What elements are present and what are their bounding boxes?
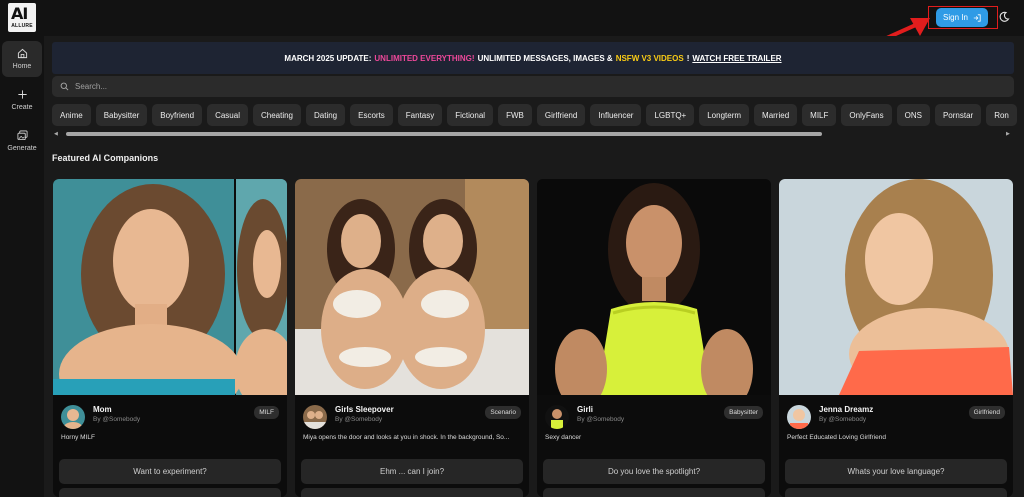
login-icon — [973, 13, 981, 22]
category-tag[interactable]: LGBTQ+ — [646, 104, 695, 126]
companion-author: By @Somebody — [93, 416, 141, 423]
home-icon — [17, 48, 27, 59]
companion-photo-illustration — [295, 179, 529, 395]
announcement-banner: MARCH 2025 UPDATE: UNLIMITED EVERYTHING!… — [52, 42, 1014, 74]
companion-cards: Mom By @Somebody MILF Horny MILF Want to… — [53, 179, 1015, 497]
images-icon — [17, 130, 27, 141]
main-content: MARCH 2025 UPDATE: UNLIMITED EVERYTHING!… — [44, 36, 1024, 497]
companion-author: By @Somebody — [577, 416, 625, 423]
sidebar-item-label: Home — [12, 63, 32, 70]
companion-name: Girls Sleepover — [335, 405, 394, 414]
starter-prompt-button[interactable]: Whats your love language? — [785, 459, 1007, 484]
theme-toggle-moon-icon[interactable] — [998, 11, 1010, 23]
category-tag[interactable]: Ron — [986, 104, 1017, 126]
companion-card[interactable]: Girli By @Somebody Babysitter Sexy dance… — [537, 179, 771, 497]
category-badge: MILF — [254, 406, 279, 419]
avatar — [61, 405, 85, 429]
sidebar-item-generate[interactable]: Generate — [2, 123, 42, 159]
companion-description: Perfect Educated Loving Girlfriend — [787, 434, 886, 441]
banner-text-3: UNLIMITED MESSAGES, IMAGES & — [477, 53, 613, 63]
category-tag[interactable]: Fictional — [447, 104, 494, 126]
banner-text-5: ! — [686, 53, 690, 63]
category-tag[interactable]: Married — [754, 104, 798, 126]
avatar — [303, 405, 327, 429]
starter-prompt-button-2[interactable] — [59, 488, 281, 497]
scrollbar-thumb[interactable] — [66, 132, 822, 136]
sidebar: Home Create Generate — [0, 36, 44, 497]
category-badge: Babysitter — [724, 406, 763, 419]
companion-description: Sexy dancer — [545, 434, 582, 441]
companion-name: Jenna Dreamz — [819, 405, 874, 414]
category-badge: Scenario — [485, 406, 521, 419]
starter-prompt-button[interactable]: Ehm ... can I join? — [301, 459, 523, 484]
companion-name: Girli — [577, 405, 594, 414]
sidebar-item-home[interactable]: Home — [2, 41, 42, 77]
companion-author: By @Somebody — [819, 416, 867, 423]
category-tags: Anime Babysitter Boyfriend Casual Cheating Da… — [52, 104, 1018, 126]
category-tag[interactable]: Longterm — [699, 104, 750, 126]
starter-prompt-button-2[interactable] — [785, 488, 1007, 497]
banner-text-4: NSFW V3 VIDEOS — [615, 53, 684, 63]
category-tag[interactable]: Pornstar — [934, 104, 982, 126]
plus-icon — [17, 90, 27, 99]
banner-text-1: MARCH 2025 UPDATE: — [284, 53, 372, 63]
companion-description: Miya opens the door and looks at you in … — [303, 434, 510, 441]
companion-photo-illustration — [779, 179, 1013, 395]
category-tag[interactable]: MILF — [802, 104, 837, 126]
search-icon — [60, 82, 69, 91]
companion-name: Mom — [93, 405, 112, 414]
logo-subtext: ALLURE — [11, 23, 33, 29]
companion-card[interactable]: Jenna Dreamz By @Somebody Girlfriend Per… — [779, 179, 1013, 497]
category-tag[interactable]: OnlyFans — [841, 104, 892, 126]
companion-image[interactable] — [779, 179, 1013, 395]
category-tag[interactable]: Casual — [207, 104, 248, 126]
section-title: Featured AI Companions — [52, 153, 159, 163]
signin-label: Sign In — [943, 13, 968, 22]
avatar — [545, 405, 569, 429]
scroll-right-arrow-icon[interactable]: ▶ — [1006, 131, 1010, 137]
watch-trailer-link[interactable]: WATCH FREE TRAILER — [692, 54, 781, 63]
category-tag[interactable]: Girlfriend — [536, 104, 586, 126]
avatar — [787, 405, 811, 429]
starter-prompt-button-2[interactable] — [543, 488, 765, 497]
category-tag[interactable]: Boyfriend — [152, 104, 203, 126]
companion-card[interactable]: Girls Sleepover By @Somebody Scenario Mi… — [295, 179, 529, 497]
companion-photo-illustration — [537, 179, 771, 395]
category-tag[interactable]: Dating — [306, 104, 346, 126]
category-tags-list: Anime Babysitter Boyfriend Casual Cheating Da… — [52, 104, 1018, 126]
search-input[interactable] — [75, 82, 975, 91]
category-tag[interactable]: Influencer — [590, 104, 642, 126]
category-tag[interactable]: Cheating — [252, 104, 301, 126]
category-badge: Girlfriend — [968, 406, 1005, 419]
companion-description: Horny MILF — [61, 434, 95, 441]
companion-photo-illustration — [53, 179, 287, 395]
sidebar-item-label: Create — [11, 104, 33, 111]
companion-image[interactable] — [53, 179, 287, 395]
category-tag[interactable]: ONS — [896, 104, 930, 126]
app-root: AI ALLURE Sign In Home Create Generate M… — [0, 0, 1024, 497]
sidebar-item-create[interactable]: Create — [2, 82, 42, 118]
search-bar — [52, 76, 1014, 97]
companion-author: By @Somebody — [335, 416, 383, 423]
companion-card[interactable]: Mom By @Somebody MILF Horny MILF Want to… — [53, 179, 287, 497]
tags-scrollbar[interactable]: ◀ ▶ — [52, 131, 1014, 137]
category-tag[interactable]: FWB — [498, 104, 532, 126]
starter-prompt-button[interactable]: Want to experiment? — [59, 459, 281, 484]
logo[interactable]: AI ALLURE — [8, 3, 36, 32]
companion-image[interactable] — [295, 179, 529, 395]
category-tag[interactable]: Fantasy — [397, 104, 443, 126]
signin-button[interactable]: Sign In — [936, 8, 988, 27]
banner-text-2: UNLIMITED EVERYTHING! — [374, 53, 475, 63]
logo-text: AI — [11, 4, 28, 23]
category-tag[interactable]: Anime — [52, 104, 91, 126]
category-tag[interactable]: Babysitter — [95, 104, 148, 126]
scroll-left-arrow-icon[interactable]: ◀ — [54, 131, 58, 137]
sidebar-item-label: Generate — [7, 145, 37, 152]
category-tag[interactable]: Escorts — [350, 104, 393, 126]
top-bar: AI ALLURE Sign In — [0, 0, 1024, 60]
starter-prompt-button[interactable]: Do you love the spotlight? — [543, 459, 765, 484]
companion-image[interactable] — [537, 179, 771, 395]
starter-prompt-button-2[interactable] — [301, 488, 523, 497]
